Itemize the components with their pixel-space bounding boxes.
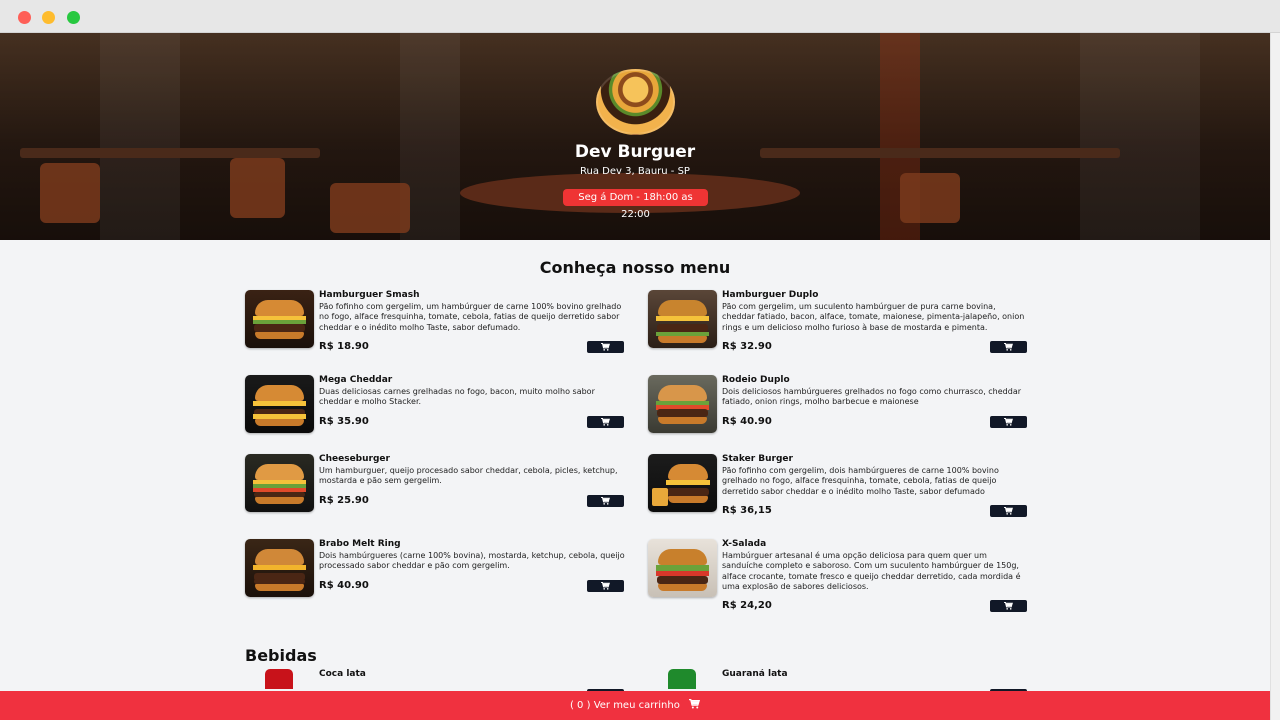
item-price: R$ 35.90 <box>319 416 369 427</box>
item-image <box>648 375 717 433</box>
item-description: Hambúrguer artesanal é uma opção delicio… <box>722 551 1021 591</box>
item-price: R$ 25.90 <box>319 495 369 506</box>
opening-hours-badge: Seg á Dom - 18h:00 as 22:00 <box>563 189 708 220</box>
item-description: Dois deliciosos hambúrgueres grelhados n… <box>722 387 1022 407</box>
item-name: Staker Burger <box>722 454 793 464</box>
item-price: R$ 40.90 <box>722 416 772 427</box>
item-name: Brabo Melt Ring <box>319 539 401 549</box>
add-to-cart-button[interactable] <box>990 600 1027 612</box>
item-image <box>245 375 314 433</box>
shopping-cart-icon <box>689 699 701 709</box>
cart-count-open: ( <box>569 700 574 711</box>
item-price: R$ 32.90 <box>722 341 772 352</box>
item-description: Pão fofinho com gergelim, dois hambúrgue… <box>722 466 999 496</box>
menu-item: Hamburguer Duplo Pão com gergelim, um su… <box>648 290 1028 360</box>
shopping-cart-icon <box>601 582 610 590</box>
item-description: Pão fofinho com gergelim, um hambúrguer … <box>319 302 622 332</box>
restaurant-logo <box>596 69 675 135</box>
cart-count: 0 <box>577 700 584 711</box>
menu-item: Cheeseburger Um hamburguer, queijo proce… <box>245 454 625 514</box>
menu-item: Hamburguer Smash Pão fofinho com gergeli… <box>245 290 625 360</box>
window-titlebar <box>0 0 1280 33</box>
shopping-cart-icon <box>1004 507 1013 515</box>
item-description: Um hamburguer, queijo procesado sabor ch… <box>319 466 618 486</box>
add-to-cart-button[interactable] <box>587 416 624 428</box>
hero-banner: Dev Burguer Rua Dev 3, Bauru - SP Seg á … <box>0 33 1270 240</box>
add-to-cart-button[interactable] <box>990 341 1027 353</box>
shopping-cart-icon <box>601 343 610 351</box>
item-name: Guaraná lata <box>722 669 788 679</box>
restaurant-address: Rua Dev 3, Bauru - SP <box>580 166 690 177</box>
item-name: X-Salada <box>722 539 767 549</box>
item-image <box>648 454 717 512</box>
item-image <box>648 539 717 597</box>
item-image <box>245 539 314 597</box>
menu-item: X-Salada Hambúrguer artesanal é uma opçã… <box>648 539 1028 619</box>
shopping-cart-icon <box>601 418 610 426</box>
add-to-cart-button[interactable] <box>990 416 1027 428</box>
item-price: R$ 18.90 <box>319 341 369 352</box>
shopping-cart-icon <box>601 497 610 505</box>
add-to-cart-button[interactable] <box>587 580 624 592</box>
item-price: R$ 24,20 <box>722 600 772 611</box>
menu-title: Conheça nosso menu <box>539 258 731 277</box>
drinks-section-title: Bebidas <box>245 646 317 665</box>
page-viewport: Dev Burguer Rua Dev 3, Bauru - SP Seg á … <box>0 33 1270 720</box>
item-name: Rodeio Duplo <box>722 375 790 385</box>
item-name: Hamburguer Smash <box>319 290 420 300</box>
item-image <box>265 669 293 689</box>
restaurant-name: Dev Burguer <box>574 142 696 162</box>
item-name: Coca lata <box>319 669 366 679</box>
item-image <box>648 290 717 348</box>
menu-item: Coca lata <box>245 669 625 691</box>
shopping-cart-icon <box>1004 343 1013 351</box>
item-name: Cheeseburger <box>319 454 390 464</box>
shopping-cart-icon <box>1004 602 1013 610</box>
minimize-window-button[interactable] <box>42 11 55 24</box>
menu-item: Brabo Melt Ring Dois hambúrgueres (carne… <box>245 539 625 599</box>
item-image <box>245 454 314 512</box>
menu-item: Mega Cheddar Duas deliciosas carnes grel… <box>245 375 625 435</box>
item-description: Duas deliciosas carnes grelhadas no fogo… <box>319 387 595 407</box>
item-name: Hamburguer Duplo <box>722 290 819 300</box>
add-to-cart-button[interactable] <box>587 341 624 353</box>
menu-item: Guaraná lata <box>648 669 1028 691</box>
page-scrollbar[interactable] <box>1270 33 1280 720</box>
menu-item: Staker Burger Pão fofinho com gergelim, … <box>648 454 1028 524</box>
item-price: R$ 40.90 <box>319 580 369 591</box>
add-to-cart-button[interactable] <box>990 505 1027 517</box>
item-description: Dois hambúrgueres (carne 100% bovina), m… <box>319 551 625 571</box>
add-to-cart-button[interactable] <box>587 495 624 507</box>
item-price: R$ 36,15 <box>722 505 772 516</box>
menu-item: Rodeio Duplo Dois deliciosos hambúrguere… <box>648 375 1028 435</box>
close-window-button[interactable] <box>18 11 31 24</box>
view-cart-label: Ver meu carrinho <box>593 700 680 711</box>
shopping-cart-icon <box>1004 418 1013 426</box>
item-name: Mega Cheddar <box>319 375 393 385</box>
cart-count-close: ) <box>586 700 591 711</box>
item-image <box>668 669 696 689</box>
item-image <box>245 290 314 348</box>
item-description: Pão com gergelim, um suculento hambúrgue… <box>722 302 1025 332</box>
maximize-window-button[interactable] <box>67 11 80 24</box>
restaurant-header: Dev Burguer Rua Dev 3, Bauru - SP Seg á … <box>0 33 1270 240</box>
view-cart-bar[interactable]: ( 0 ) Ver meu carrinho <box>0 691 1270 720</box>
